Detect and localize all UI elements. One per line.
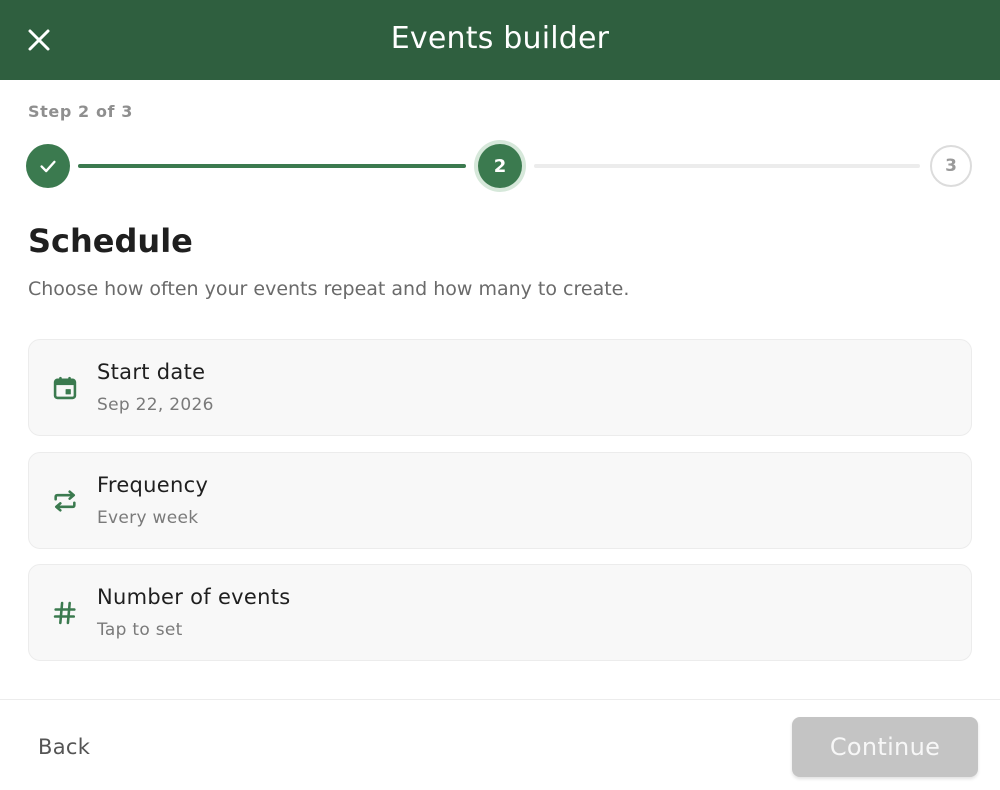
start-date-option[interactable]: Start date Sep 22, 2026 <box>28 339 972 436</box>
repeat-icon <box>49 485 81 517</box>
check-icon <box>40 160 56 173</box>
footer-divider <box>0 699 1000 700</box>
step-1-complete <box>26 144 70 188</box>
section-description: Choose how often your events repeat and … <box>28 278 630 300</box>
frequency-option[interactable]: Frequency Every week <box>28 452 972 549</box>
section-title: Schedule <box>28 222 193 260</box>
step-3-pending: 3 <box>930 145 972 187</box>
step-connector-complete <box>78 164 466 168</box>
number-of-events-option[interactable]: Number of events Tap to set <box>28 564 972 661</box>
start-date-value: Sep 22, 2026 <box>97 395 214 415</box>
start-date-label: Start date <box>97 360 206 384</box>
app-header: Events builder <box>0 0 1000 80</box>
calendar-icon <box>49 372 81 404</box>
step-2-current: 2 <box>478 144 522 188</box>
frequency-label: Frequency <box>97 473 209 497</box>
frequency-value: Every week <box>97 508 199 528</box>
hash-icon <box>49 597 81 629</box>
page-title: Events builder <box>390 21 610 56</box>
back-button[interactable]: Back <box>24 722 114 772</box>
step-indicator-label: Step 2 of 3 <box>28 102 134 121</box>
number-of-events-label: Number of events <box>97 585 291 609</box>
step-connector-pending <box>534 164 920 168</box>
continue-button[interactable]: Continue <box>792 717 978 777</box>
number-of-events-value: Tap to set <box>97 620 183 640</box>
